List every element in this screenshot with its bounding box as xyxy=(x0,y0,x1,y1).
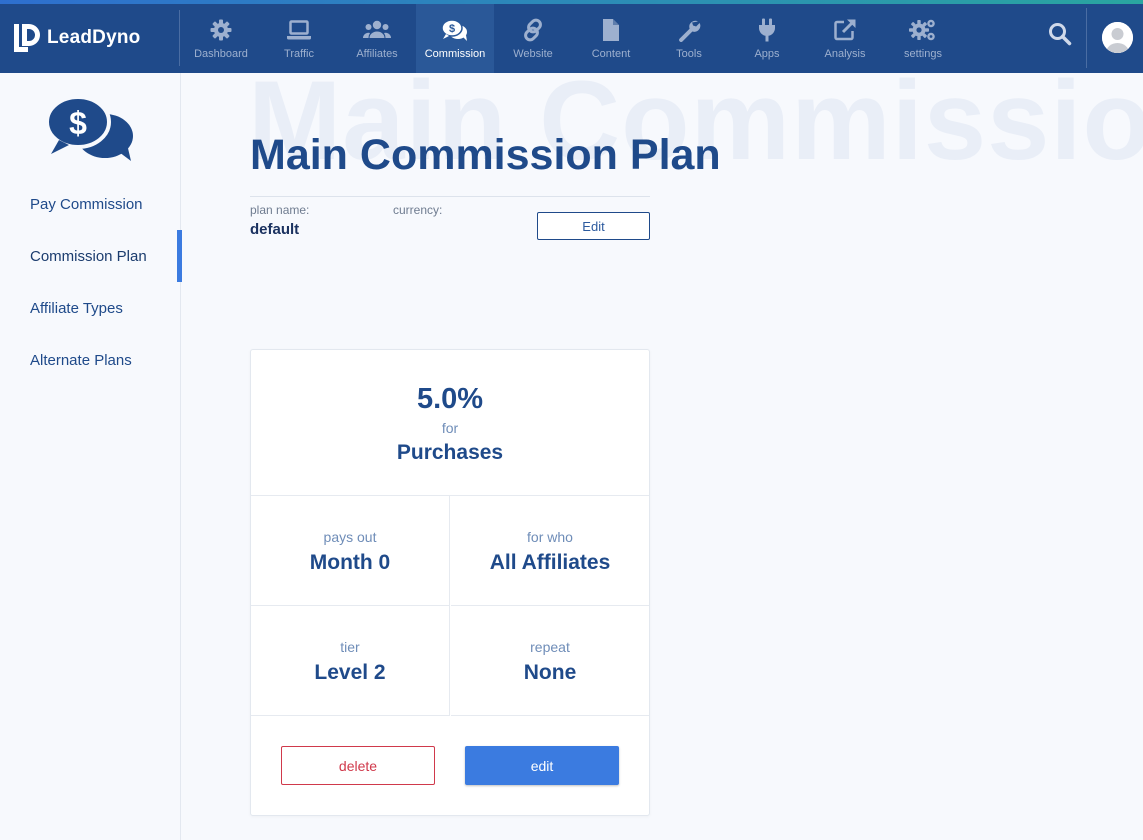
sidebar-item-label: Affiliate Types xyxy=(30,299,123,317)
sidebar-item-affiliate-types[interactable]: Affiliate Types xyxy=(0,282,181,334)
commission-rule-card: 5.0% for Purchases pays out Month 0 for … xyxy=(250,349,650,816)
sidebar-item-label: Pay Commission xyxy=(30,195,143,213)
leaddyno-logo-icon xyxy=(14,24,40,52)
wrench-icon xyxy=(679,20,701,42)
dollar-chat-icon: $ xyxy=(441,19,467,41)
sidebar: $ Pay Commission Commission Plan Affilia… xyxy=(0,73,182,840)
for-label: for xyxy=(441,420,459,436)
external-link-icon xyxy=(834,19,856,41)
nav-label: Dashboard xyxy=(194,48,248,60)
logo[interactable]: LeadDyno xyxy=(12,22,140,54)
for-who-label: for who xyxy=(527,529,573,545)
edit-button[interactable]: edit xyxy=(465,746,619,785)
edit-plan-button[interactable]: Edit xyxy=(537,212,650,240)
repeat-label: repeat xyxy=(530,639,570,655)
sidebar-item-alternate-plans[interactable]: Alternate Plans xyxy=(0,334,181,386)
tier-cell: tier Level 2 xyxy=(251,606,450,716)
currency-label: currency: xyxy=(393,203,443,217)
divider xyxy=(250,196,650,197)
commission-icon: $ xyxy=(45,95,133,161)
users-icon xyxy=(363,20,391,38)
svg-text:$: $ xyxy=(69,105,87,141)
tier-value: Level 2 xyxy=(314,661,386,684)
commission-rate: 5.0% xyxy=(416,383,484,415)
delete-button[interactable]: delete xyxy=(281,746,435,785)
for-who-value: All Affiliates xyxy=(489,551,611,574)
search-icon xyxy=(1049,23,1072,46)
gears-icon xyxy=(909,19,935,41)
sidebar-item-label: Commission Plan xyxy=(30,247,147,265)
repeat-cell: repeat None xyxy=(451,606,649,716)
event-type: Purchases xyxy=(396,441,504,464)
search-button[interactable] xyxy=(1045,19,1075,49)
user-icon xyxy=(1102,22,1133,53)
pays-out-cell: pays out Month 0 xyxy=(251,496,450,606)
user-avatar[interactable] xyxy=(1102,22,1133,53)
svg-text:$: $ xyxy=(449,23,455,35)
divider xyxy=(179,10,180,66)
tier-label: tier xyxy=(340,639,360,655)
for-who-cell: for who All Affiliates xyxy=(451,496,649,606)
repeat-value: None xyxy=(523,661,577,684)
plan-name-value: default xyxy=(250,221,300,238)
gear-icon xyxy=(210,19,232,41)
sidebar-item-pay-commission[interactable]: Pay Commission xyxy=(0,178,181,230)
page-title: Main Commission Plan xyxy=(250,131,721,179)
active-indicator xyxy=(177,230,182,282)
sidebar-item-label: Alternate Plans xyxy=(30,351,132,369)
laptop-icon xyxy=(287,20,311,40)
pays-out-label: pays out xyxy=(323,529,377,545)
plug-icon xyxy=(759,18,775,42)
app-name: LeadDyno xyxy=(47,27,141,48)
link-icon xyxy=(524,18,542,42)
plan-name-label: plan name: xyxy=(250,203,310,217)
rate-section: 5.0% for Purchases xyxy=(251,350,649,496)
document-icon xyxy=(603,19,619,41)
pays-out-value: Month 0 xyxy=(309,551,391,574)
sidebar-item-commission-plan[interactable]: Commission Plan xyxy=(0,230,182,282)
